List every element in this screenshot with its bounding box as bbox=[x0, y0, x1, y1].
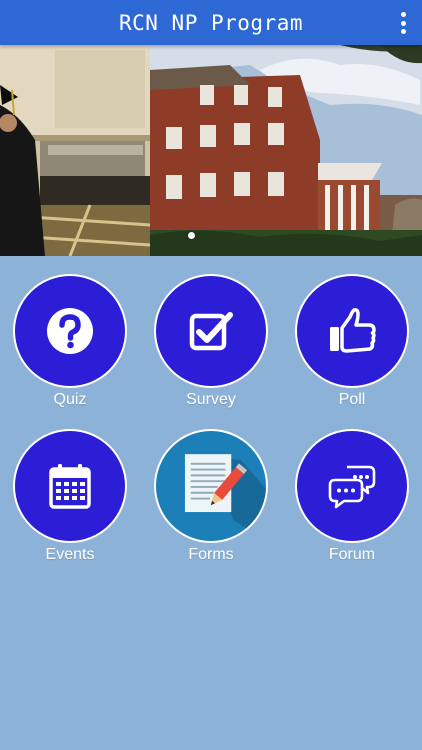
tile-label-forms: Forms bbox=[188, 546, 234, 563]
poll-tile[interactable]: Poll bbox=[293, 274, 411, 409]
tile-label-forum: Forum bbox=[328, 546, 376, 563]
tile-label-survey: Survey bbox=[186, 391, 236, 408]
forms-tile[interactable]: Forms bbox=[152, 429, 270, 564]
tile-label-quiz: Quiz bbox=[53, 391, 87, 408]
carousel-image bbox=[0, 45, 422, 256]
document-pencil-icon bbox=[184, 454, 266, 541]
checkbox-icon bbox=[189, 312, 233, 351]
events-tile[interactable]: Events bbox=[11, 429, 129, 564]
question-icon bbox=[47, 308, 93, 354]
app-bar: RCN NP Program bbox=[0, 0, 422, 45]
quiz-button[interactable] bbox=[13, 274, 127, 388]
carousel-indicator[interactable] bbox=[188, 232, 195, 239]
forms-button[interactable] bbox=[154, 429, 268, 543]
poll-button[interactable] bbox=[295, 274, 409, 388]
forum-tile[interactable]: Forum bbox=[293, 429, 411, 564]
chat-bubbles-icon bbox=[328, 465, 376, 509]
survey-button[interactable] bbox=[154, 274, 268, 388]
quiz-tile[interactable]: Quiz bbox=[11, 274, 129, 409]
thumbs-up-icon bbox=[330, 308, 376, 353]
image-carousel[interactable] bbox=[0, 45, 422, 256]
tile-label-poll: Poll bbox=[338, 391, 366, 408]
calendar-icon bbox=[49, 464, 91, 509]
forum-button[interactable] bbox=[295, 429, 409, 543]
more-vert-icon[interactable] bbox=[396, 11, 410, 35]
tile-label-events: Events bbox=[45, 546, 95, 563]
events-button[interactable] bbox=[13, 429, 127, 543]
survey-tile[interactable]: Survey bbox=[152, 274, 270, 409]
carousel-dot-active[interactable] bbox=[188, 232, 195, 239]
app-title: RCN NP Program bbox=[118, 10, 303, 35]
